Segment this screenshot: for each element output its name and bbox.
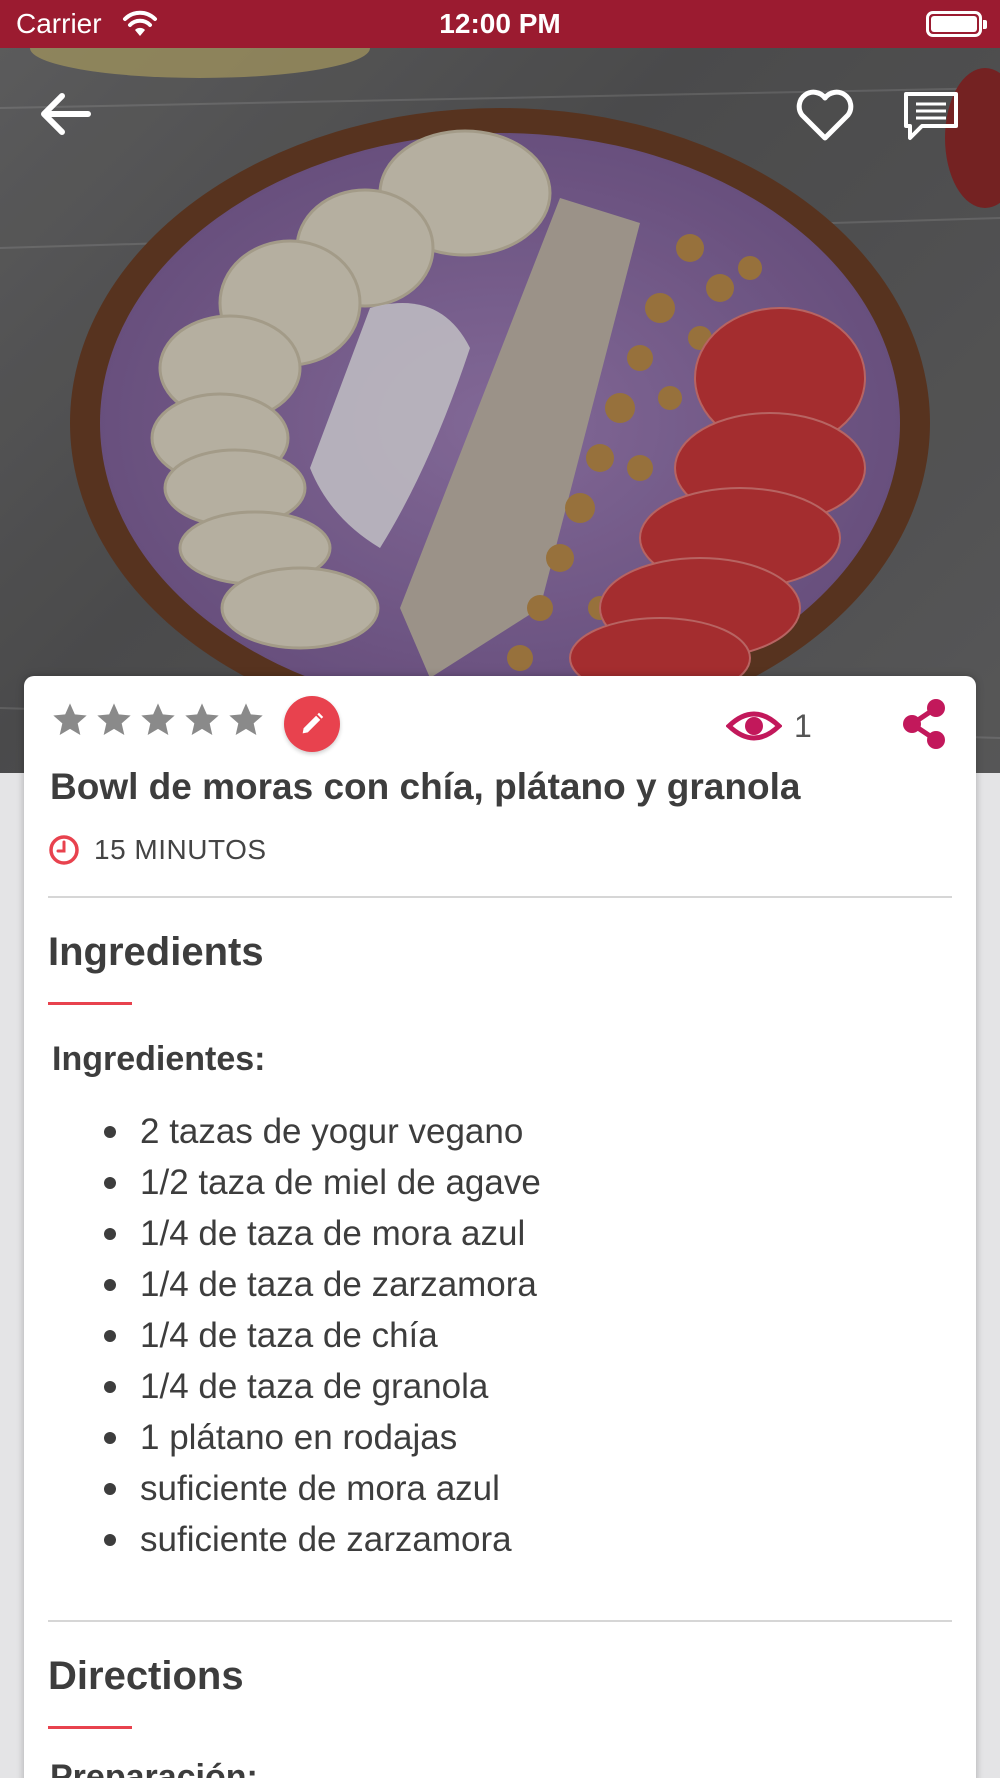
heart-outline-icon[interactable] xyxy=(794,86,856,144)
directions-subheading: Preparación: xyxy=(50,1758,258,1778)
recipe-photo xyxy=(0,48,1000,773)
rating-stars[interactable] xyxy=(50,700,266,744)
clock-icon xyxy=(49,835,79,865)
comment-icon[interactable] xyxy=(900,88,962,144)
back-arrow-icon[interactable] xyxy=(36,88,94,140)
pencil-icon xyxy=(302,712,324,734)
eye-icon xyxy=(726,711,782,741)
directions-title: Directions xyxy=(48,1654,244,1698)
star-icon[interactable] xyxy=(182,700,222,740)
list-item: 1/4 de taza de zarzamora xyxy=(104,1259,541,1310)
list-item: suficiente de zarzamora xyxy=(104,1514,541,1565)
share-icon[interactable] xyxy=(898,696,950,752)
section-accent-line xyxy=(48,1726,132,1729)
status-bar: Carrier 12:00 PM xyxy=(0,0,1000,48)
divider xyxy=(48,1620,952,1622)
list-item: 1/2 taza de miel de agave xyxy=(104,1157,541,1208)
list-item: suficiente de mora azul xyxy=(104,1463,541,1514)
ingredients-list: 2 tazas de yogur vegano 1/2 taza de miel… xyxy=(104,1106,541,1565)
recipe-card: 1 Bowl de moras con chía, plátano y gran… xyxy=(24,676,976,1778)
ingredients-subheading: Ingredientes: xyxy=(52,1040,266,1078)
section-accent-line xyxy=(48,1002,132,1005)
list-item: 1 plátano en rodajas xyxy=(104,1412,541,1463)
divider xyxy=(48,896,952,898)
star-icon[interactable] xyxy=(226,700,266,740)
list-item: 1/4 de taza de mora azul xyxy=(104,1208,541,1259)
recipe-title: Bowl de moras con chía, plátano y granol… xyxy=(50,766,801,807)
ingredients-title: Ingredients xyxy=(48,930,264,974)
edit-rating-button[interactable] xyxy=(284,696,340,752)
star-icon[interactable] xyxy=(94,700,134,740)
views-count: 1 xyxy=(794,707,812,744)
prep-time: 15 MINUTOS xyxy=(48,834,267,866)
prep-time-label: 15 MINUTOS xyxy=(94,834,267,865)
star-icon[interactable] xyxy=(138,700,178,740)
views-counter: 1 xyxy=(726,704,812,748)
battery-icon xyxy=(926,11,987,37)
list-item: 1/4 de taza de chía xyxy=(104,1310,541,1361)
star-icon[interactable] xyxy=(50,700,90,740)
list-item: 1/4 de taza de granola xyxy=(104,1361,541,1412)
list-item: 2 tazas de yogur vegano xyxy=(104,1106,541,1157)
status-time: 12:00 PM xyxy=(439,8,561,39)
